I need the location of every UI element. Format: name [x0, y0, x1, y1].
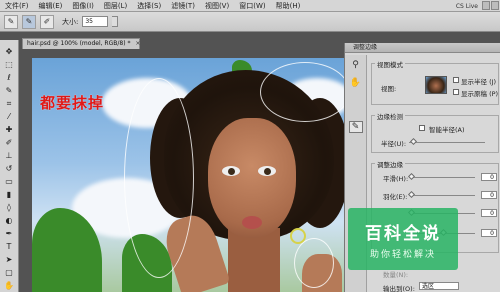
smart-radius-checkbox[interactable]: [419, 125, 425, 131]
size-label: 大小:: [62, 17, 79, 26]
blur-tool-icon[interactable]: ◊: [2, 202, 16, 214]
feather-label: 羽化(E):: [383, 193, 408, 201]
photo-pupil: [228, 168, 235, 175]
adjust-edge-title: 调整边缘: [375, 159, 405, 169]
document-tab[interactable]: hair.psd @ 100% (model, RGB/8) * ×: [22, 38, 140, 49]
menu-image[interactable]: 图像(I): [67, 1, 99, 11]
menu-file[interactable]: 文件(F): [0, 1, 34, 11]
contrast-value[interactable]: 0: [481, 209, 497, 217]
move-tool-icon[interactable]: ✥: [2, 46, 16, 58]
refine-radius-mode-icon[interactable]: ✎: [22, 14, 36, 29]
selection-outline: [294, 238, 334, 288]
photo-lips: [242, 216, 262, 229]
view-mode-thumbnail[interactable]: [425, 76, 447, 94]
brush-tool-icon[interactable]: ✐: [2, 137, 16, 149]
crop-tool-icon[interactable]: ⌗: [2, 98, 16, 110]
cs-live-button[interactable]: CS Live: [456, 1, 478, 11]
smart-radius-label: 智能半径(A): [429, 126, 465, 134]
menu-edit[interactable]: 编辑(E): [34, 1, 68, 11]
history-brush-tool-icon[interactable]: ↺: [2, 163, 16, 175]
show-radius-label: 显示半径 (J): [461, 78, 497, 86]
photo-pupil: [264, 168, 271, 175]
menu-layer[interactable]: 图层(L): [99, 1, 132, 11]
smooth-slider[interactable]: [411, 177, 475, 178]
selection-outline: [260, 62, 344, 122]
window-minimize-button[interactable]: [482, 1, 490, 10]
erase-refinements-mode-icon[interactable]: ✐: [40, 14, 54, 29]
pen-tool-icon[interactable]: ✒: [2, 228, 16, 240]
window-close-button[interactable]: [491, 1, 499, 10]
healing-tool-icon[interactable]: ✚: [2, 124, 16, 136]
smooth-label: 平滑(H):: [383, 175, 409, 183]
eyedropper-tool-icon[interactable]: ⁄: [2, 111, 16, 123]
show-radius-checkbox[interactable]: [453, 77, 459, 83]
watermark: 百科全说 助你轻松解决: [348, 208, 458, 270]
zoom-icon[interactable]: ⚲: [349, 59, 363, 71]
photoshop-window: { "menu": { "items": ["文件(F)", "编辑(E)", …: [0, 0, 500, 292]
smooth-value[interactable]: 0: [481, 173, 497, 181]
menu-bar: 文件(F) 编辑(E) 图像(I) 图层(L) 选择(S) 滤镜(T) 视图(V…: [0, 0, 500, 12]
refine-radius-brush-icon[interactable]: ✎: [348, 121, 363, 133]
menu-help[interactable]: 帮助(H): [271, 1, 306, 11]
output-to-select[interactable]: 选区: [419, 282, 459, 290]
cs-live-label: CS Live: [455, 2, 478, 10]
dodge-tool-icon[interactable]: ◐: [2, 215, 16, 227]
type-tool-icon[interactable]: T: [2, 241, 16, 253]
photo-eye: [258, 166, 276, 176]
menu-window[interactable]: 窗口(W): [234, 1, 270, 11]
radius-slider[interactable]: [409, 142, 485, 143]
feather-slider[interactable]: [411, 195, 475, 196]
watermark-subtitle: 助你轻松解决: [369, 249, 436, 260]
document-tab-label: hair.psd @ 100% (model, RGB/8) *: [27, 40, 131, 47]
path-select-tool-icon[interactable]: ➤: [2, 254, 16, 266]
size-dropdown-icon[interactable]: [112, 16, 119, 27]
options-bar: ✎ ✎ ✐ 大小: 35: [0, 12, 500, 32]
menu-select[interactable]: 选择(S): [132, 1, 166, 11]
quick-select-tool-icon[interactable]: ✎: [2, 85, 16, 97]
show-original-label: 显示原稿 (P): [461, 90, 499, 98]
dialog-title: 调整边缘: [345, 43, 500, 53]
marquee-tool-icon[interactable]: ⬚: [2, 59, 16, 71]
show-original-checkbox[interactable]: [453, 89, 459, 95]
gradient-tool-icon[interactable]: ▮: [2, 189, 16, 201]
toolbox: ✥ ⬚ ℓ ✎ ⌗ ⁄ ✚ ✐ ⊥ ↺ ▭ ▮ ◊ ◐ ✒ T ➤ ▢ ✋: [0, 40, 19, 292]
menu-view[interactable]: 视图(V): [200, 1, 234, 11]
hand-tool-icon[interactable]: ✋: [2, 280, 16, 292]
annotation-text: 都要抹掉: [40, 94, 105, 112]
shift-edge-value[interactable]: 0: [481, 229, 497, 237]
size-input[interactable]: 35: [82, 16, 109, 27]
watermark-title: 百科全说: [365, 223, 441, 244]
radius-label: 半径(U):: [381, 140, 407, 148]
brush-cursor-icon: [290, 228, 306, 244]
hand-icon[interactable]: ✋: [349, 77, 363, 89]
selection-outline: [124, 78, 194, 278]
document-close-icon[interactable]: ×: [135, 40, 140, 47]
view-label: 视图:: [381, 85, 397, 93]
eraser-tool-icon[interactable]: ▭: [2, 176, 16, 188]
view-mode-title: 视图模式: [375, 59, 405, 69]
output-to-label: 输出到(O):: [383, 285, 415, 292]
edge-detection-title: 边缘检测: [375, 111, 405, 121]
feather-value[interactable]: 0: [481, 191, 497, 199]
stamp-tool-icon[interactable]: ⊥: [2, 150, 16, 162]
lasso-tool-icon[interactable]: ℓ: [2, 72, 16, 84]
amount-label: 数量(N):: [383, 271, 409, 279]
shape-tool-icon[interactable]: ▢: [2, 267, 16, 279]
photo-eye: [222, 166, 240, 176]
menu-filter[interactable]: 滤镜(T): [166, 1, 200, 11]
brush-preset-icon[interactable]: ✎: [4, 14, 18, 29]
